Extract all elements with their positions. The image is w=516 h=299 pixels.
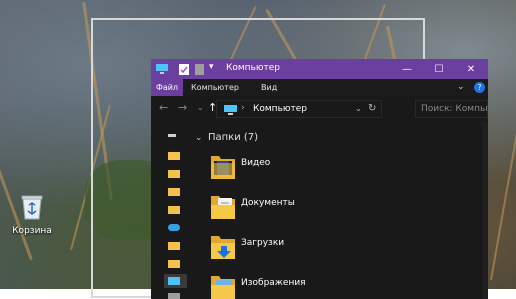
ribbon: Файл Компьютер Вид ⌄ ?	[151, 79, 488, 96]
folder-label: Загрузки	[241, 238, 285, 248]
folder-item-downloads[interactable]: Загрузки	[210, 232, 410, 268]
folder-icon[interactable]	[168, 152, 180, 160]
recent-locations-icon[interactable]: ⌄	[197, 103, 204, 112]
tab-computer[interactable]: Компьютер	[191, 79, 239, 96]
folder-label: Видео	[241, 158, 271, 168]
downloads-folder-icon	[210, 232, 236, 263]
explorer-window: ▾ Компьютер — ☐ ✕ Файл Компьютер Вид ⌄ ?…	[151, 59, 488, 299]
back-arrow-icon[interactable]: ←	[159, 101, 168, 114]
computer-icon	[168, 277, 180, 285]
documents-folder-icon	[210, 192, 236, 223]
breadcrumb-separator-icon[interactable]: ›	[241, 103, 245, 113]
video-folder-icon	[210, 152, 236, 183]
help-button[interactable]: ?	[474, 82, 485, 93]
minimize-button[interactable]: —	[391, 59, 423, 79]
chevron-down-icon[interactable]: ⌄	[195, 133, 203, 143]
drive-icon[interactable]	[168, 293, 180, 299]
folder-icon[interactable]	[168, 170, 180, 178]
folder-icon[interactable]	[168, 206, 180, 214]
folder-icon[interactable]	[168, 260, 180, 268]
maximize-button[interactable]: ☐	[423, 59, 455, 79]
address-dropdown-icon[interactable]: ⌄	[355, 104, 362, 113]
window-title: Компьютер	[226, 63, 280, 73]
nav-item-this-pc[interactable]	[164, 274, 187, 288]
tab-file[interactable]: Файл	[151, 79, 183, 96]
close-button[interactable]: ✕	[455, 59, 487, 79]
computer-icon	[224, 105, 237, 118]
vertical-scrollbar[interactable]	[482, 122, 488, 299]
folder-item-video[interactable]: Видео	[210, 152, 410, 188]
folder-label: Изображения	[241, 278, 306, 288]
recycle-bin-shortcut[interactable]: Корзина	[10, 193, 54, 236]
close-icon: ✕	[466, 63, 476, 75]
tab-view[interactable]: Вид	[261, 79, 277, 96]
computer-icon	[156, 64, 168, 77]
search-placeholder: Поиск: Компьютер	[421, 104, 487, 114]
maximize-icon: ☐	[434, 63, 444, 75]
pictures-folder-icon	[210, 272, 236, 299]
navigation-bar: ← → ⌄ ↑ › Компьютер ⌄ ↻ Поиск: Компьютер	[151, 96, 488, 122]
title-bar[interactable]: ▾ Компьютер — ☐ ✕	[151, 59, 488, 79]
search-input[interactable]: Поиск: Компьютер	[415, 100, 488, 118]
properties-quick-access-icon[interactable]	[179, 64, 189, 78]
expand-ribbon-icon[interactable]: ⌄	[457, 82, 465, 92]
recycle-bin-label: Корзина	[12, 226, 52, 236]
folder-label: Документы	[241, 198, 295, 208]
folder-item-pictures[interactable]: Изображения	[210, 272, 410, 299]
folder-icon[interactable]	[168, 188, 180, 196]
folder-item-documents[interactable]: Документы	[210, 192, 410, 228]
new-folder-quick-access-icon[interactable]	[195, 64, 204, 78]
folders-group-header[interactable]: Папки (7)	[208, 132, 258, 143]
refresh-icon[interactable]: ↻	[368, 103, 376, 114]
recycle-bin-icon	[19, 195, 45, 224]
folder-icon[interactable]	[168, 242, 180, 250]
quick-access-icon[interactable]	[168, 134, 176, 137]
breadcrumb[interactable]: Компьютер	[253, 104, 307, 114]
customize-toolbar-icon[interactable]: ▾	[209, 62, 214, 72]
address-bar[interactable]: › Компьютер ⌄ ↻	[216, 100, 382, 118]
navigation-pane	[151, 122, 187, 299]
file-list: ⌄ Папки (7) Видео Документы Загрузки Изо…	[188, 122, 480, 299]
forward-arrow-icon[interactable]: →	[178, 101, 187, 114]
onedrive-icon[interactable]	[168, 224, 180, 231]
minimize-icon: —	[402, 63, 412, 75]
